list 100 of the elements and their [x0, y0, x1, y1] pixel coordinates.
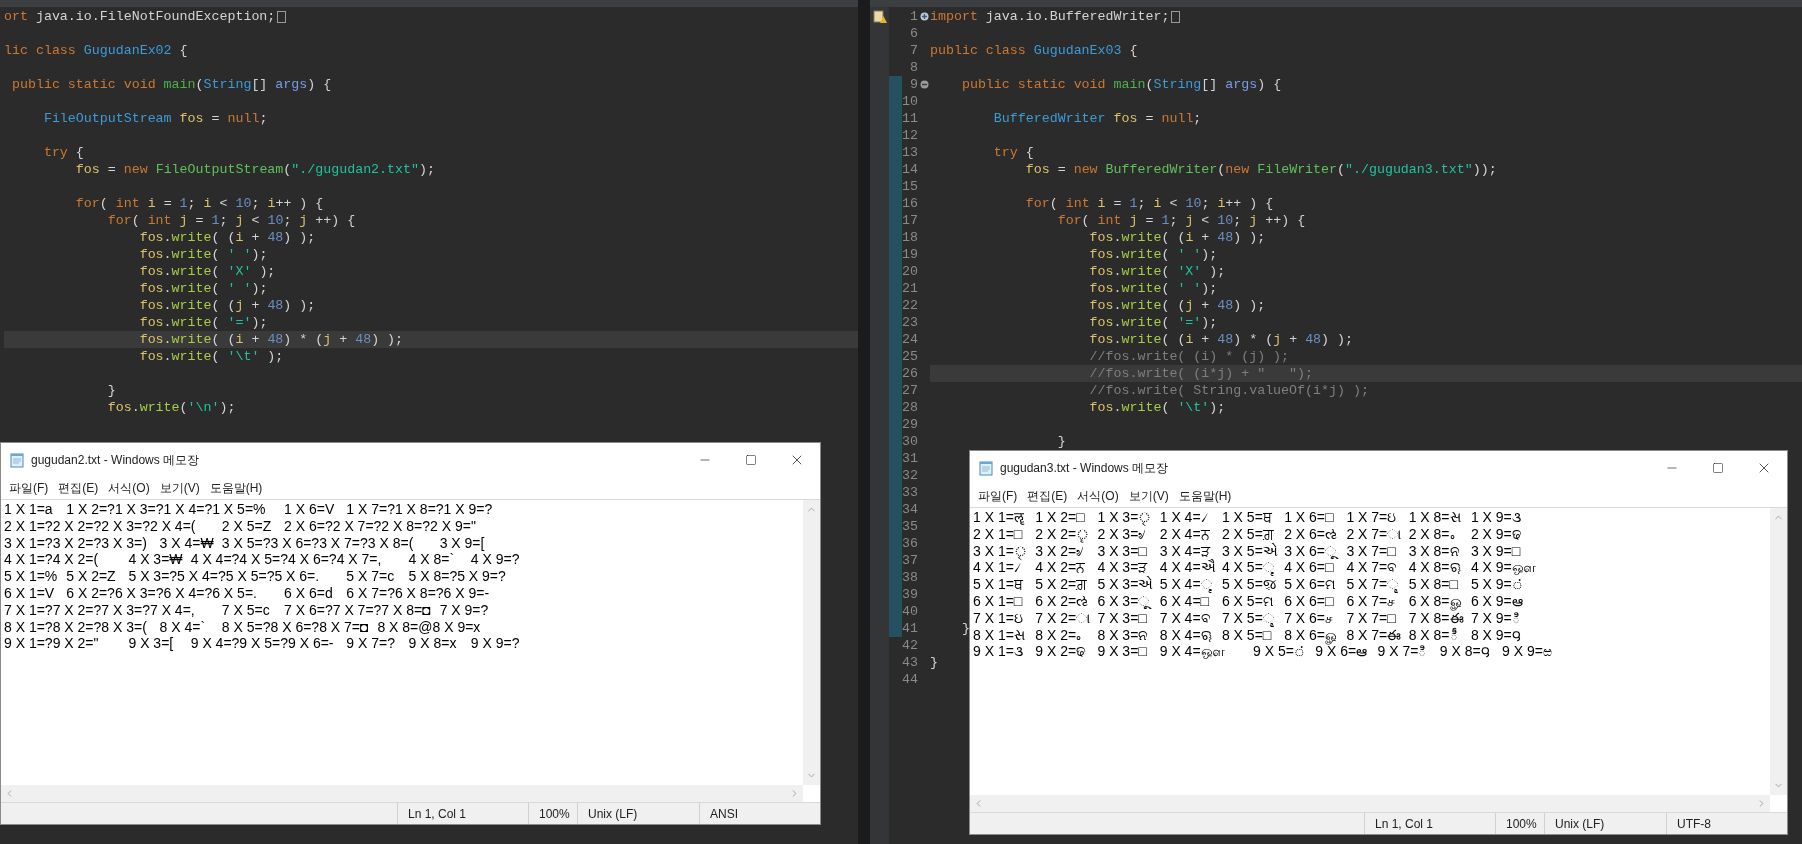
line-number: 31 [902, 450, 918, 467]
code-line: for( int i = 1; i < 10; i++ ) { [1024, 195, 1274, 212]
line-number: 21 [902, 280, 918, 297]
code-line: fos.write( '='); [1088, 314, 1218, 331]
line-number: 42 [902, 637, 918, 654]
code-line: import java.io.BufferedWriter; [930, 8, 1170, 25]
code-line: fos.write( ' '); [138, 280, 268, 297]
code-line: fos.write( '\t' ); [138, 348, 284, 365]
line-number: 30 [902, 433, 918, 450]
text-line: 3 X 1=ৃ 3 X 2=৶ 3 X 3=□ 3 X 4=ੜ 3 X 5=એ 3 X 6=ૂ 3 X 7=□ 3 X 8=ନ 3 X 9=□ [973, 542, 1521, 560]
maximize-icon [745, 454, 757, 466]
menu-item[interactable]: 편집(E) [1023, 487, 1072, 505]
text-line: 4 X 1=?4 X 2=( 4 X 3=₩ 4 X 4=?4 X 5=?4 X 6=?4 X 7=, 4 X 8=` 4 X 9=? [4, 551, 520, 569]
expand-icon[interactable] [919, 12, 929, 21]
code-line: fos.write( (i + 48) * (j + 48) ); [138, 331, 404, 348]
line-number: 12 [902, 127, 918, 144]
code-line: BufferedWriter fos = null; [992, 110, 1202, 127]
line-number: 29 [902, 416, 918, 433]
vertical-scrollbar[interactable] [803, 500, 820, 785]
code-line: fos.write( '\t'); [1088, 399, 1226, 416]
folded-code-icon[interactable] [277, 10, 287, 23]
line-number: 41 [902, 620, 918, 637]
code-line: fos.write( '='); [138, 314, 268, 331]
code-line: fos = new FileOutputStream("./gugudan2.txt"); [74, 161, 435, 178]
menu-item[interactable]: 편집(E) [54, 479, 103, 497]
menu-item[interactable]: 도움말(H) [205, 479, 267, 497]
code-line: fos.write( 'X' ); [138, 263, 276, 280]
line-number: 33 [902, 484, 918, 501]
line-number: 18 [902, 229, 918, 246]
code-line: fos = new BufferedWriter(new FileWriter("./gugudan3.txt")); [1024, 161, 1497, 178]
text-line: 1 X 1=ॡ 1 X 2=□ 1 X 3=ৃ 1 X 4=৴ 1 X 5=ਥ 1 X 6=□ 1 X 7=ઇ 1 X 8=સ 1 X 9=૩ [973, 509, 1521, 526]
text-line: 4 X 1=৴ 4 X 2=ਨ 4 X 3=ੜ 4 X 4=ઐ 4 X 5=ૄ 4 X 6=□ 4 X 7=ବ 4 X 8=ୠ 4 X 9=ஔ [973, 559, 1536, 576]
code-line: ort java.io.FileNotFoundException; [4, 8, 276, 25]
vertical-scrollbar[interactable] [1770, 508, 1787, 795]
line-number: 17 [902, 212, 918, 229]
code-line: } [930, 654, 938, 671]
line-number: 8 [910, 59, 918, 76]
code-line: for( int i = 1; i < 10; i++ ) { [74, 195, 324, 212]
status-text: Unix (LF) [1555, 815, 1605, 833]
status-text: Ln 1, Col 1 [408, 805, 467, 823]
line-number: 39 [902, 586, 918, 603]
collapse-icon[interactable] [919, 80, 929, 89]
line-number: 10 [902, 93, 918, 110]
window-title: gugudan2.txt - Windows 메모장 [31, 452, 200, 469]
line-number: 26 [902, 365, 918, 382]
line-number: 24 [902, 331, 918, 348]
code-line: fos.write( ' '); [138, 246, 268, 263]
line-number: 27 [902, 382, 918, 399]
folded-code-icon[interactable] [1171, 10, 1181, 23]
line-number: 16 [902, 195, 918, 212]
code-line: try { [992, 144, 1034, 161]
text-line: 2 X 1=□ 2 X 2=ৄ 2 X 3=৶ 2 X 4=ਨ 2 X 5=ਗ਼ 2 X 6=ઌ 2 X 7=ા 2 X 8=૰ 2 X 9=ଢ [973, 525, 1522, 543]
code-line: fos.write( (j + 48) ); [138, 297, 316, 314]
status-text: 100% [1506, 815, 1537, 833]
notepad-icon [978, 460, 994, 476]
status-text: Ln 1, Col 1 [1375, 815, 1434, 833]
code-line: fos.write('\n'); [106, 399, 236, 416]
line-number: 36 [902, 535, 918, 552]
line-number: 40 [902, 603, 918, 620]
line-number: 32 [902, 467, 918, 484]
line-number: 7 [910, 42, 918, 59]
line-number: 19 [902, 246, 918, 263]
menu-item[interactable]: 보기(V) [155, 479, 204, 497]
line-number: 1 [910, 8, 918, 25]
line-number: 44 [902, 671, 918, 688]
code-line: public class GugudanEx03 { [930, 42, 1138, 59]
code-line: fos.write( ' '); [1088, 246, 1218, 263]
text-line: 6 X 1=□ 6 X 2=ઌ 6 X 3=ૂ 6 X 4=□ 6 X 5=ମ 6 X 6=□ 6 X 7=ச 6 X 8=ௐ 6 X 9=ఆ [973, 593, 1523, 610]
line-number: 9 [910, 76, 918, 93]
menu-item[interactable]: 파일(F) [974, 487, 1022, 505]
code-line: } [106, 382, 116, 399]
menu-item[interactable]: 서식(O) [1073, 487, 1123, 505]
line-number: 37 [902, 552, 918, 569]
horizontal-scrollbar[interactable] [1, 785, 803, 802]
menu-item[interactable]: 서식(O) [104, 479, 154, 497]
line-number: 38 [902, 569, 918, 586]
maximize-icon [1712, 462, 1724, 474]
line-number: 35 [902, 518, 918, 535]
code-line: for( int j = 1; j < 10; j ++) { [1056, 212, 1306, 229]
code-line: fos.write( (i + 48) ); [138, 229, 316, 246]
code-line: fos.write( 'X' ); [1088, 263, 1226, 280]
text-line: 1 X 1=a 1 X 2=?1 X 3=?1 X 4=?1 X 5=% 1 X 6=V 1 X 7=?1 X 8=?1 X 9=? [4, 501, 493, 518]
code-line: //fos.write( String.valueOf(i*j) ); [1088, 382, 1369, 399]
menu-item[interactable]: 파일(F) [5, 479, 53, 497]
status-text: UTF-8 [1677, 815, 1711, 833]
text-line: 7 X 1=?7 X 2=?7 X 3=?7 X 4=, 7 X 5=c 7 X 6=?7 X 7=?7 X 8=◘ 7 X 9=? [4, 601, 489, 619]
menu-item[interactable]: 보기(V) [1124, 487, 1173, 505]
horizontal-scrollbar[interactable] [970, 795, 1770, 812]
line-number: 11 [902, 110, 918, 127]
code-line: //fos.write( (i) * (j) ); [1088, 348, 1290, 365]
code-line: fos.write( ' '); [1088, 280, 1218, 297]
menu-item[interactable]: 도움말(H) [1174, 487, 1236, 505]
status-text: 100% [539, 805, 570, 823]
code-line: public static void main(String[] args) { [960, 76, 1282, 93]
line-number: 15 [902, 178, 918, 195]
code-line: } [1056, 433, 1066, 450]
code-line: for( int j = 1; j < 10; j ++) { [106, 212, 356, 229]
text-line: 5 X 1=ਥ 5 X 2=ਗ਼ 5 X 3=એ 5 X 4=ૄ 5 X 5=ૹ 5 X 6=ମ 5 X 7=ୣ 5 X 8=□ 5 X 9=் [973, 576, 1525, 593]
line-number: 14 [902, 161, 918, 178]
text-line: 2 X 1=?2 X 2=?2 X 3=?2 X 4=( 2 X 5=Z 2 X 6=?2 X 7=?2 X 8=?2 X 9=" [4, 517, 476, 535]
